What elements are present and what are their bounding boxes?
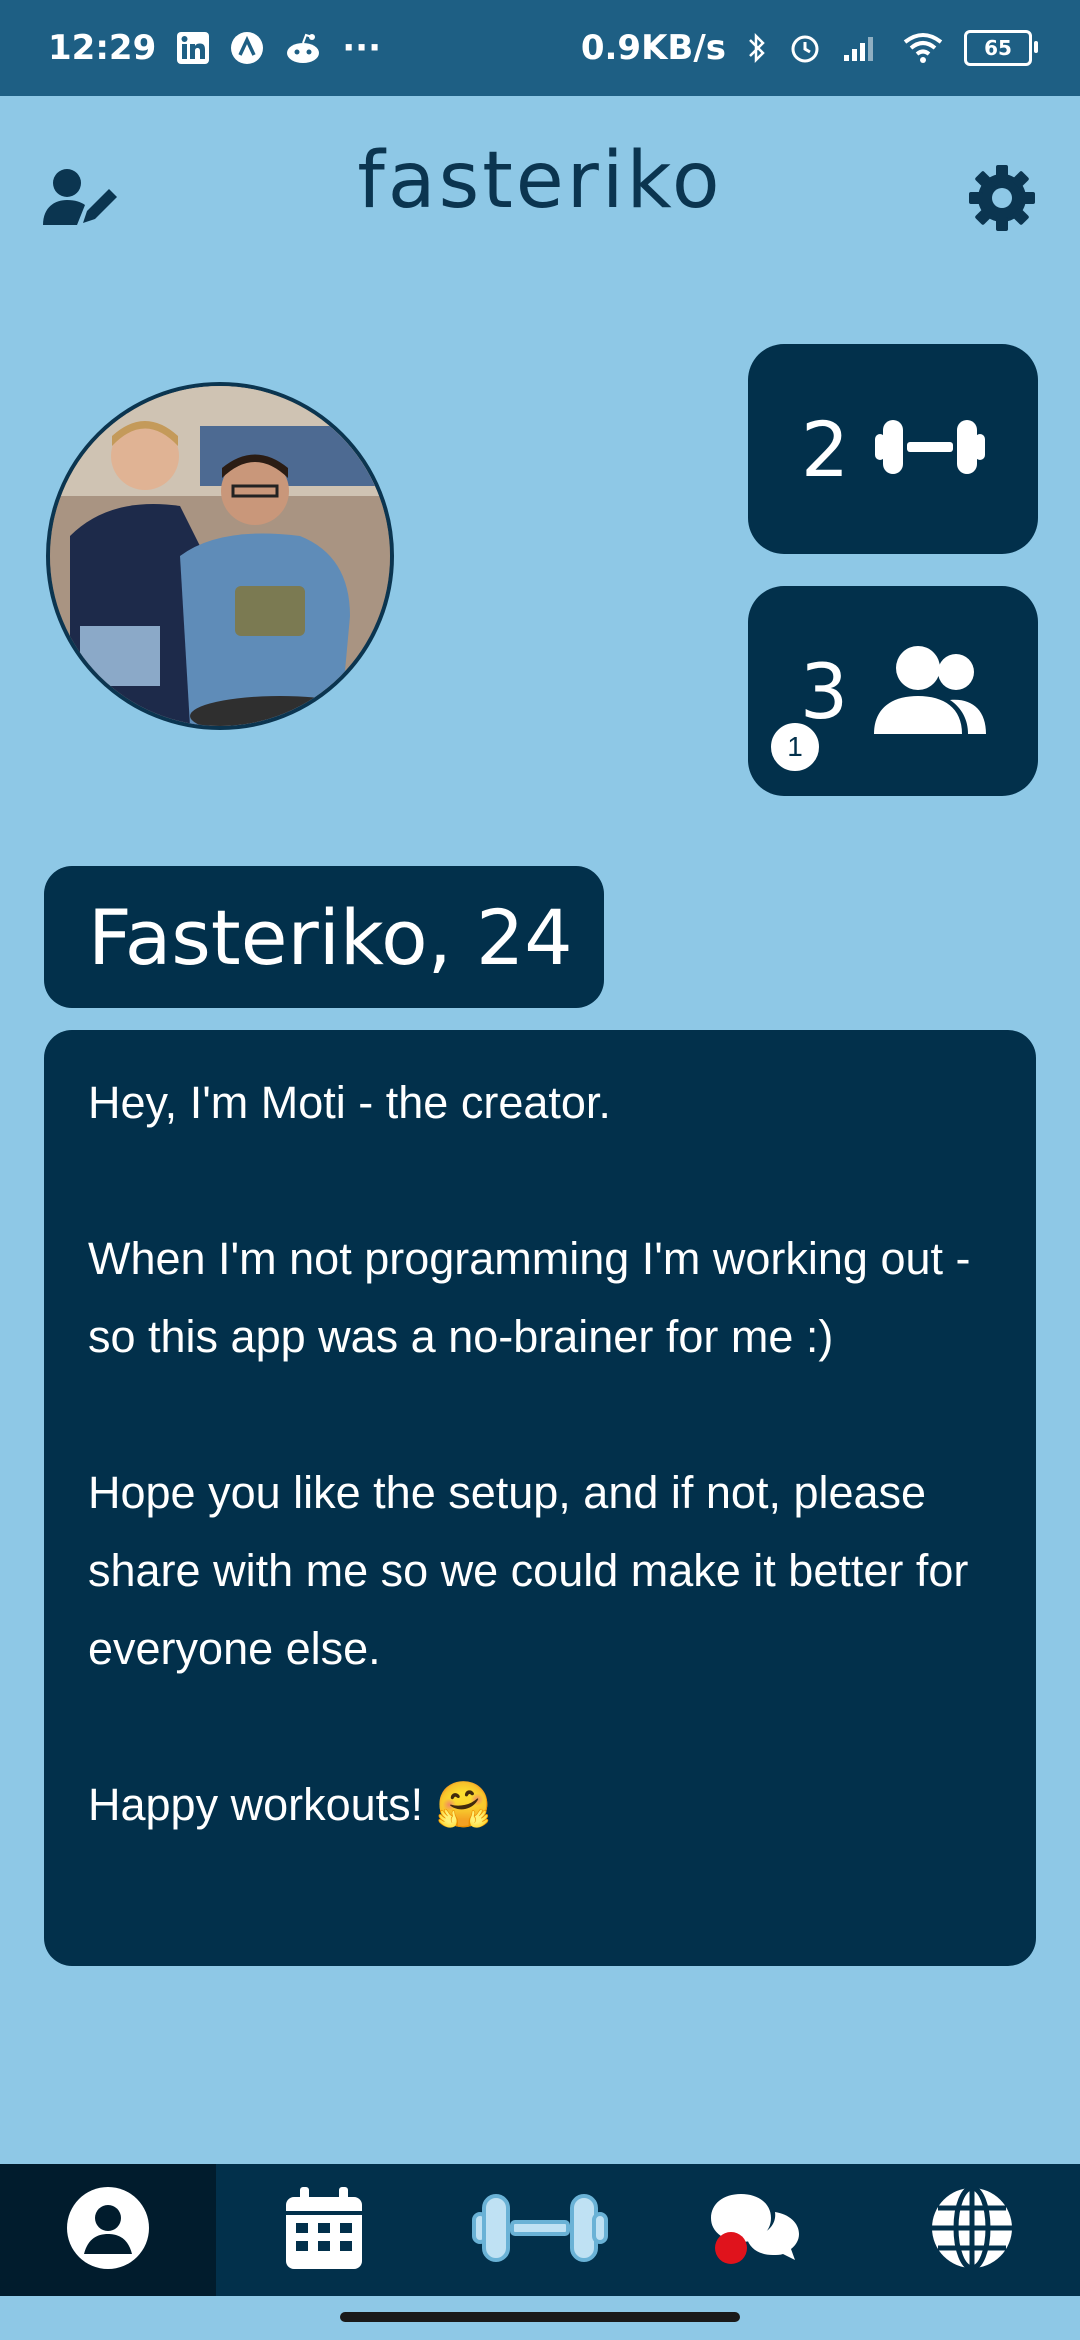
bluetooth-icon [746, 31, 768, 65]
dumbbell-icon [875, 416, 986, 483]
nav-profile[interactable] [0, 2164, 216, 2296]
app-a-icon [230, 31, 264, 65]
bottom-navigation [0, 2164, 1080, 2296]
dumbbell-icon [472, 2192, 608, 2269]
network-speed: 0.9KB/s [580, 28, 726, 68]
reddit-icon [284, 31, 322, 65]
name-age-label: Fasteriko, 24 [44, 866, 604, 1008]
bio-line-1: Hey, I'm Moti - the creator. [88, 1077, 611, 1128]
wifi-icon [902, 32, 944, 64]
nav-chat[interactable] [648, 2164, 864, 2296]
bio-card: Hey, I'm Moti - the creator. When I'm no… [44, 1030, 1036, 1966]
app-title: fasteriko [357, 136, 723, 226]
friends-icon [874, 644, 987, 739]
friends-request-badge: 1 [768, 720, 822, 774]
bio-paragraph-2: When I'm not programming I'm working out… [88, 1233, 971, 1362]
nav-calendar[interactable] [216, 2164, 432, 2296]
friends-stat-card[interactable]: 3 1 [748, 586, 1038, 796]
profile-photo[interactable] [46, 382, 394, 730]
workouts-stat-card[interactable]: 2 [748, 344, 1038, 554]
calendar-icon [286, 2186, 362, 2274]
nav-explore[interactable] [864, 2164, 1080, 2296]
alarm-icon [788, 31, 822, 65]
app-header: fasteriko [0, 96, 1080, 286]
status-time: 12:29 [48, 28, 157, 68]
signal-icon [842, 33, 882, 63]
gear-icon[interactable] [962, 158, 1042, 238]
bio-paragraph-4: Happy workouts! 🤗 [88, 1779, 492, 1830]
status-bar: 12:29 ··· 0.9KB/s 65 [0, 0, 1080, 96]
bio-paragraph-3: Hope you like the setup, and if not, ple… [88, 1467, 969, 1674]
home-indicator[interactable] [340, 2312, 740, 2322]
linkedin-icon [176, 31, 210, 65]
more-notifications: ··· [342, 28, 381, 68]
globe-icon [930, 2185, 1014, 2275]
battery-icon: 65 [964, 30, 1038, 66]
workouts-count: 2 [800, 404, 850, 494]
chat-icon [711, 2190, 801, 2271]
nav-workouts[interactable] [432, 2164, 648, 2296]
profile-icon [66, 2186, 150, 2275]
battery-level: 65 [984, 36, 1012, 60]
